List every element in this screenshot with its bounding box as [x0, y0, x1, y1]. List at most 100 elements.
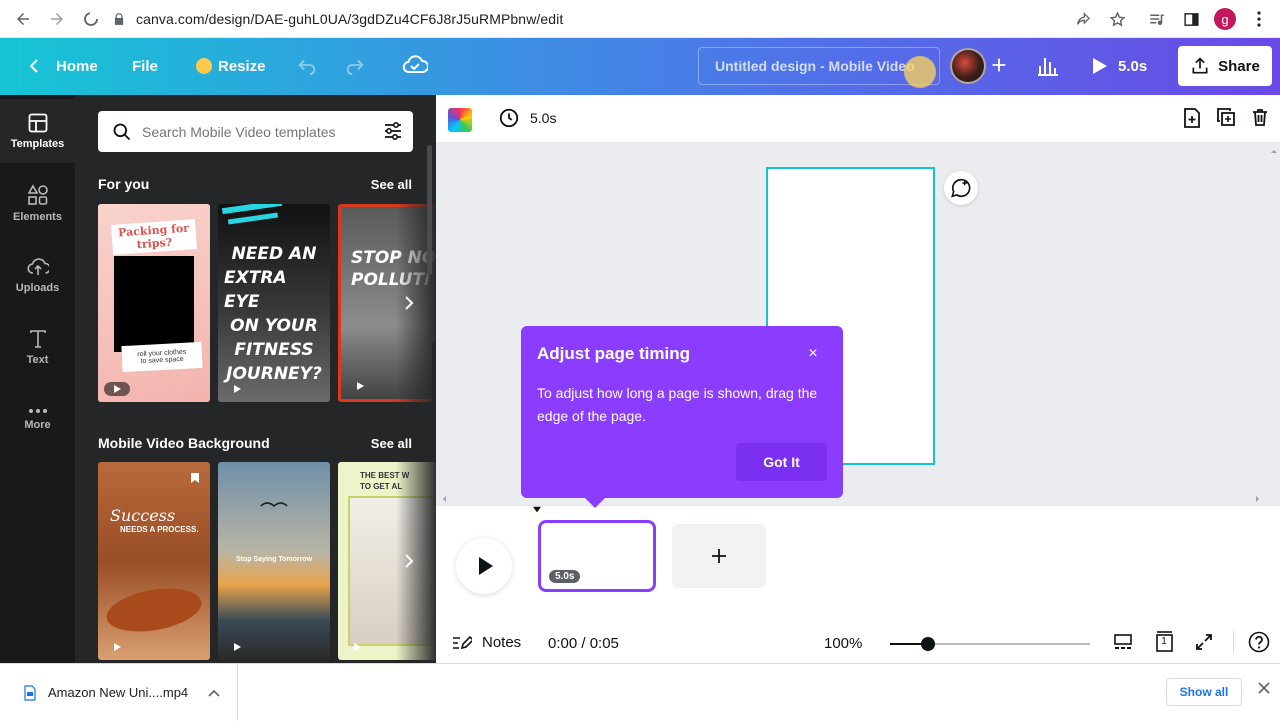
thumbnail-photo-frame	[114, 256, 194, 352]
browser-menu-button[interactable]	[1244, 4, 1274, 34]
rail-item-text[interactable]: Text	[0, 315, 75, 379]
timeline-page-clip[interactable]: 5.0s	[538, 520, 656, 592]
timeline-add-page-button[interactable]	[672, 524, 766, 588]
design-title-input[interactable]: Untitled design - Mobile Video	[698, 47, 940, 85]
profile-avatar: g	[1214, 8, 1236, 30]
address-bar[interactable]: canva.com/design/DAE-guhL0UA/3gdDZu4CF6J…	[112, 4, 1112, 34]
template-thumbnail[interactable]: Packing for trips? roll your clothes to …	[98, 204, 210, 402]
template-thumbnail[interactable]: NEED AN EXTRA EYE ON YOUR FITNESS JOURNE…	[218, 204, 330, 402]
user-avatar[interactable]	[950, 48, 986, 84]
view-controls: 1	[1113, 631, 1270, 653]
see-all-for-you-link[interactable]: See all	[371, 177, 412, 192]
delete-page-button[interactable]	[1250, 107, 1270, 129]
chevron-up-icon[interactable]	[208, 689, 220, 697]
media-control-button[interactable]	[1142, 4, 1172, 34]
thumbnail-caption-box: roll your clothes to save space	[121, 341, 203, 373]
star-icon	[1108, 10, 1126, 27]
close-downloads-button[interactable]	[1258, 682, 1270, 694]
carousel-next-button[interactable]	[395, 289, 423, 317]
add-page-button[interactable]	[1182, 107, 1202, 129]
url-text: canva.com/design/DAE-guhL0UA/3gdDZu4CF6J…	[136, 11, 564, 27]
fullscreen-button[interactable]	[1195, 633, 1213, 651]
trash-icon	[1253, 109, 1267, 126]
home-button[interactable]: Home	[18, 46, 108, 86]
scroll-left-arrow-icon	[443, 496, 446, 502]
video-badge	[224, 640, 250, 654]
invite-button[interactable]	[988, 54, 1010, 76]
elements-icon	[27, 183, 48, 205]
reload-button[interactable]	[74, 2, 108, 36]
share-arrow-icon	[1077, 12, 1090, 25]
share-label: Share	[1218, 57, 1260, 75]
share-button[interactable]: Share	[1178, 46, 1272, 86]
tooltip-close-button[interactable]: ×	[803, 344, 823, 364]
play-icon	[353, 643, 361, 651]
bookmark-button[interactable]	[1102, 4, 1132, 34]
help-button[interactable]	[1233, 631, 1270, 653]
templates-panel: For you See all Packing for trips? roll …	[75, 95, 436, 663]
carousel-next-button[interactable]	[395, 547, 423, 575]
zoom-slider[interactable]	[890, 637, 1090, 651]
rail-item-elements[interactable]: Elements	[0, 171, 75, 235]
file-menu-button[interactable]: File	[122, 46, 168, 86]
add-comment-button[interactable]	[944, 171, 978, 205]
timeline: 5.0s	[436, 505, 1280, 623]
template-search-input[interactable]	[142, 123, 372, 140]
redo-button[interactable]	[344, 54, 366, 76]
bird-icon	[260, 502, 288, 508]
got-it-button[interactable]: Got It	[736, 443, 827, 481]
panel-scrollbar[interactable]	[427, 145, 432, 275]
resize-button[interactable]: Resize	[186, 46, 276, 86]
playhead-marker-icon[interactable]	[533, 506, 541, 514]
side-panel-button[interactable]	[1176, 4, 1206, 34]
video-badge	[224, 382, 250, 396]
play-icon	[356, 382, 364, 390]
page-duration: 5.0s	[530, 110, 557, 126]
playlist-icon	[1150, 14, 1164, 26]
undo-button[interactable]	[296, 54, 318, 76]
upload-share-icon	[1192, 57, 1208, 74]
thumbnail-background	[98, 462, 210, 660]
lock-icon	[114, 13, 124, 25]
duplicate-page-button[interactable]	[1216, 107, 1236, 129]
see-all-mobile-video-background-link[interactable]: See all	[371, 436, 412, 451]
resize-label: Resize	[218, 57, 266, 75]
thumbnail-text-line: ON YOUR	[230, 316, 318, 336]
video-badge	[104, 382, 130, 396]
zoom-level[interactable]: 100%	[824, 635, 862, 652]
present-play-button[interactable]: 5.0s	[1082, 46, 1155, 86]
chevron-right-icon	[405, 554, 414, 568]
timeline-play-button[interactable]	[456, 538, 512, 594]
browser-toolbar: canva.com/design/DAE-guhL0UA/3gdDZu4CF6J…	[0, 0, 1280, 38]
show-all-downloads-button[interactable]: Show all	[1166, 678, 1242, 706]
background-color-button[interactable]	[448, 108, 472, 132]
thumbnail-text-line: Stop Saying Tomorrow	[235, 556, 313, 563]
page-duration-button[interactable]: 5.0s	[498, 107, 556, 129]
file-label: File	[132, 57, 158, 75]
page-count-button[interactable]: 1	[1153, 631, 1175, 653]
profile-button[interactable]: g	[1210, 4, 1240, 34]
template-search-box[interactable]	[98, 111, 413, 152]
rail-item-more[interactable]: More	[0, 387, 75, 451]
play-icon	[113, 643, 121, 651]
notes-button[interactable]: Notes	[452, 633, 521, 651]
video-file-icon	[24, 684, 36, 701]
chevron-left-icon	[29, 59, 38, 73]
grid-view-button[interactable]	[1113, 632, 1133, 652]
zoom-slider-handle[interactable]	[921, 637, 935, 651]
save-status-button[interactable]	[402, 54, 428, 76]
forward-button[interactable]	[40, 2, 74, 36]
template-thumbnail[interactable]: Success NEEDS A PROCESS.	[98, 462, 210, 660]
back-button[interactable]	[6, 2, 40, 36]
rail-item-templates[interactable]: Templates	[0, 99, 75, 163]
search-filter-button[interactable]	[383, 121, 403, 141]
notes-pencil-icon	[453, 635, 472, 650]
insights-button[interactable]	[1036, 54, 1060, 76]
share-page-button[interactable]	[1068, 4, 1098, 34]
download-item[interactable]: Amazon New Uni....mp4	[0, 664, 238, 721]
canvas-vertical-scrollbar[interactable]	[1268, 143, 1280, 505]
rail-item-uploads[interactable]: Uploads	[0, 243, 75, 307]
play-icon	[233, 385, 241, 393]
thumbnail-text-line: Success	[110, 506, 176, 525]
template-thumbnail[interactable]: Stop Saying Tomorrow	[218, 462, 330, 660]
